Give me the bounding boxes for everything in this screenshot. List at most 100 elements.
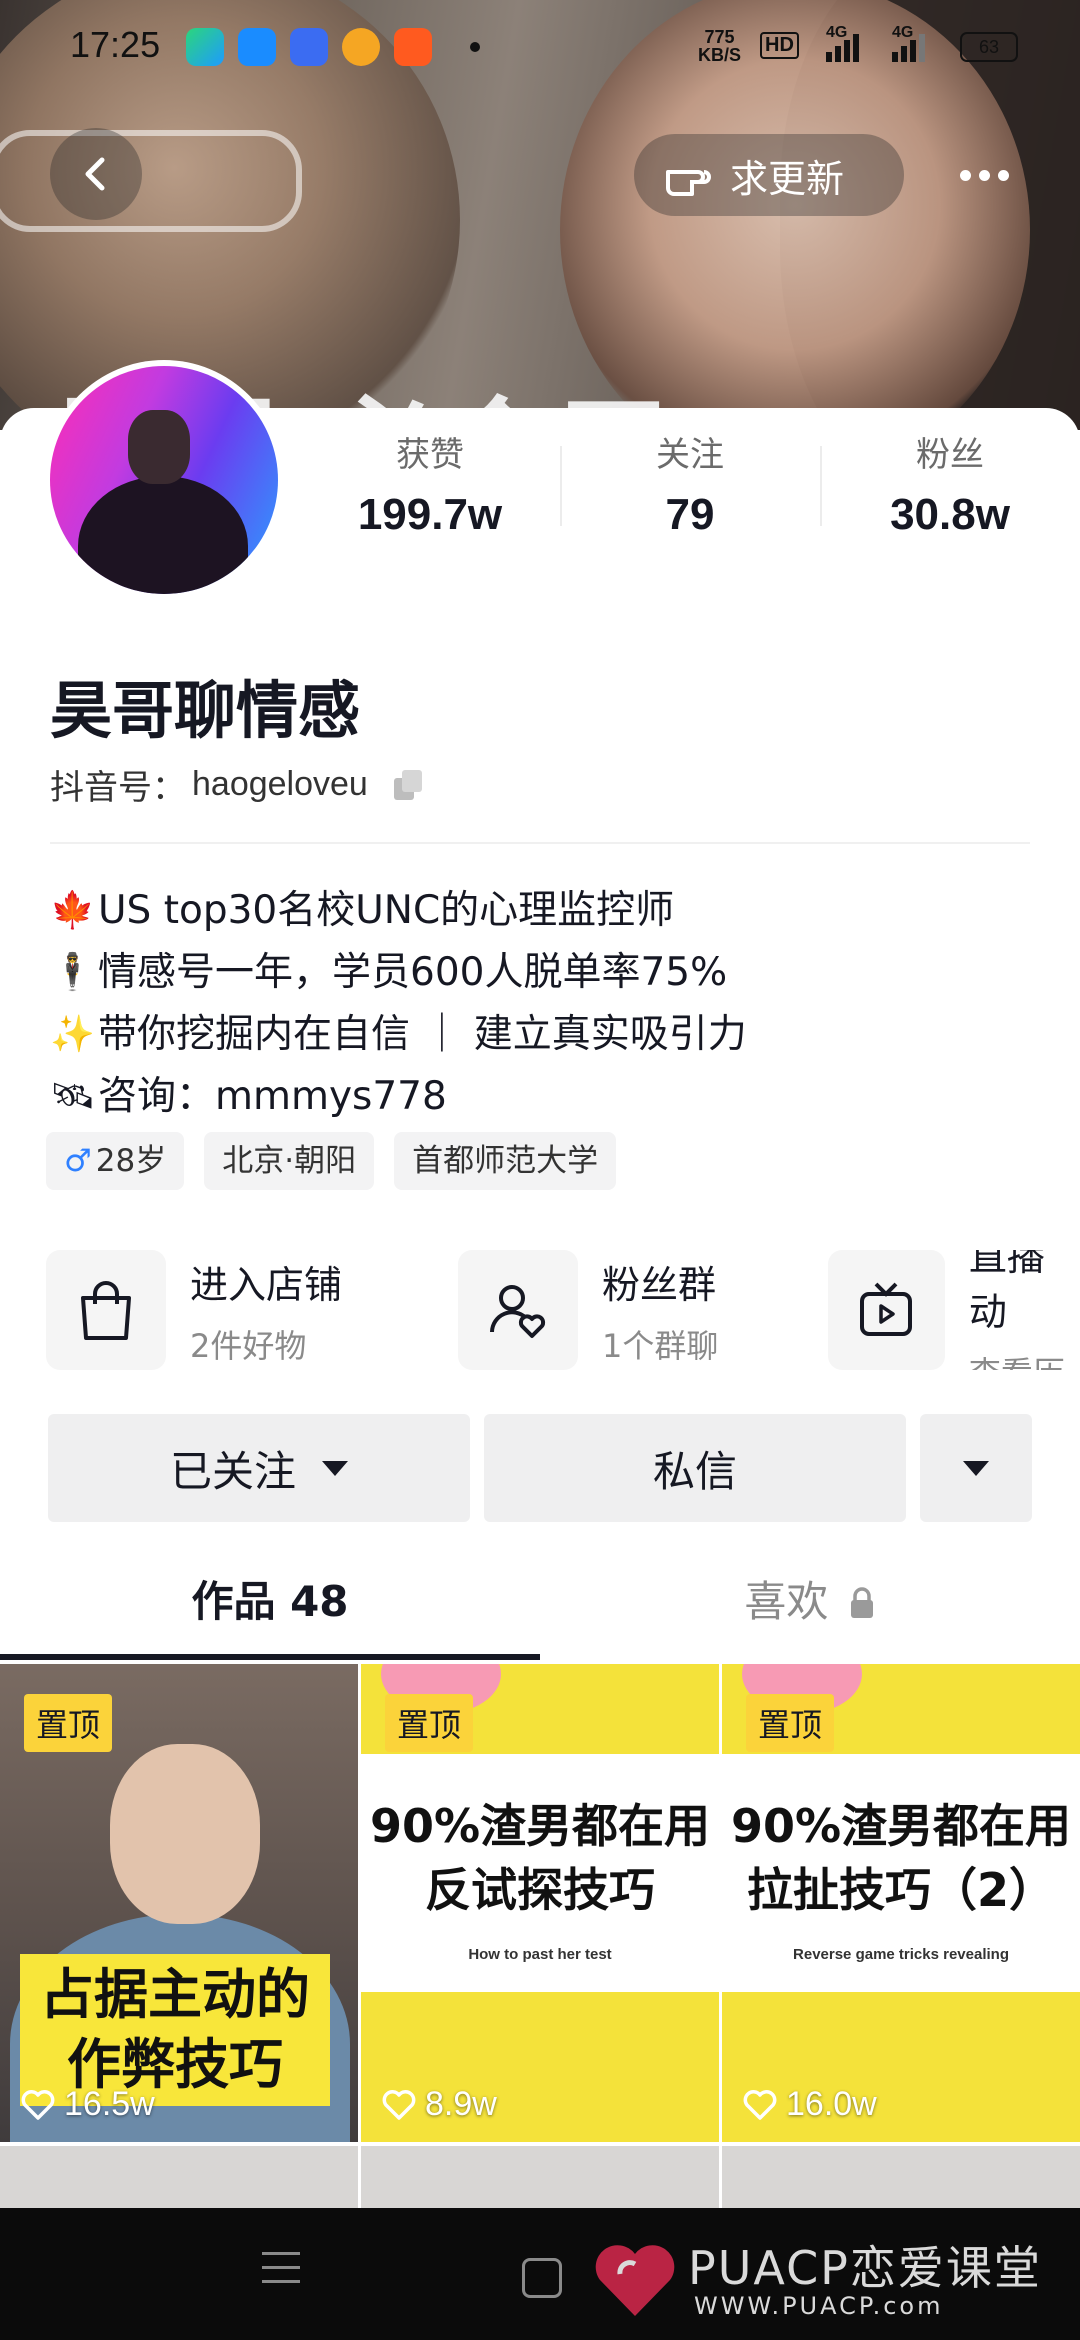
fans-group-icon <box>458 1250 578 1370</box>
shortcut-title: 粉丝群 <box>602 1262 717 1307</box>
shortcut-shop[interactable]: 进入店铺 2件好物 <box>46 1250 342 1370</box>
shortcut-live[interactable]: 直播动 查看历 <box>828 1250 1080 1370</box>
bio-text: US top30名校UNC的心理监控师 <box>98 888 675 933</box>
person-suit-icon: 🕴 <box>50 952 95 993</box>
sim1-network-type: 4G <box>826 24 848 41</box>
douyin-id-label: 抖音号： <box>50 768 186 808</box>
browser-notify-icon <box>238 28 276 66</box>
recommend-dropdown-button[interactable] <box>920 1414 1032 1522</box>
profile-nickname: 昊哥聊情感 <box>50 674 361 747</box>
video-likes: 16.0w <box>742 2085 877 2124</box>
stat-following[interactable]: 关注 79 <box>560 430 820 540</box>
signal-icon-sim1: 4G <box>826 24 859 62</box>
heart-logo-icon <box>595 2245 675 2316</box>
video-subtitle: Reverse game tricks revealing <box>793 1946 1009 1963</box>
tag-location[interactable]: 北京·朝阳 <box>204 1132 375 1190</box>
request-update-button[interactable]: 求更新 <box>634 134 904 216</box>
more-dot-icon <box>978 169 990 181</box>
satellite-icon: 🛰 <box>50 1076 96 1117</box>
video-like-count: 8.9w <box>425 2085 497 2123</box>
bag-icon <box>46 1250 166 1370</box>
message-button[interactable]: 私信 <box>484 1414 906 1522</box>
tab-works[interactable]: 作品 48 <box>0 1560 540 1660</box>
followed-button[interactable]: 已关注 <box>48 1414 470 1522</box>
video-like-count: 16.0w <box>786 2085 877 2123</box>
stat-likes[interactable]: 获赞 199.7w <box>300 430 560 540</box>
followed-label: 已关注 <box>169 1446 296 1496</box>
bio-text: 情感号一年，学员600人脱单率75% <box>98 950 728 995</box>
chevron-left-icon <box>85 157 105 191</box>
tab-active-indicator <box>0 1654 540 1660</box>
status-time: 17:25 <box>70 24 161 65</box>
content-tabs: 作品 48 喜欢 <box>0 1560 1080 1660</box>
recent-apps-button[interactable] <box>262 2252 300 2294</box>
tab-likes[interactable]: 喜欢 <box>540 1560 1080 1660</box>
profile-tags: ♂ 28岁 北京·朝阳 首都师范大学 <box>46 1132 617 1190</box>
network-speed-unit: KB/S <box>698 45 742 65</box>
kuaishou-notify-icon <box>394 28 432 66</box>
copy-icon[interactable] <box>393 769 424 800</box>
home-button[interactable] <box>522 2258 562 2298</box>
tab-likes-label: 喜欢 <box>744 1577 829 1626</box>
request-update-label: 求更新 <box>730 156 845 201</box>
pointing-hand-icon <box>666 170 711 196</box>
signal-icon-sim2: 4G <box>892 24 925 62</box>
notification-dot <box>470 42 480 52</box>
pinned-badge: 置顶 <box>746 1694 835 1752</box>
heart-outline-icon <box>743 2089 777 2120</box>
video-likes: 8.9w <box>381 2085 497 2124</box>
network-speed: 775 KB/S <box>698 28 741 64</box>
pinned-badge: 置顶 <box>385 1694 474 1752</box>
watermark-title: PUACP恋爱课堂 <box>688 2241 1042 2295</box>
stat-followers[interactable]: 粉丝 30.8w <box>820 430 1080 540</box>
network-speed-value: 775 <box>704 27 735 47</box>
tag-school[interactable]: 首都师范大学 <box>394 1132 617 1190</box>
back-button[interactable] <box>50 128 142 220</box>
more-dot-icon <box>959 169 971 181</box>
maple-leaf-icon: 🍁 <box>50 890 95 931</box>
watermark-url: WWW.PUACP.com <box>694 2292 944 2320</box>
douyin-id-value: haogeloveu <box>192 765 368 803</box>
lock-icon <box>850 1587 873 1618</box>
app-notify-icon <box>186 28 224 66</box>
video-thumbnail[interactable]: 90%渣男都在用 反试探技巧 How to past her test 置顶 8… <box>361 1664 719 2142</box>
video-thumbnail[interactable]: 占据主动的 作弊技巧 置顶 16.5w <box>0 1664 358 2142</box>
stat-value: 199.7w <box>357 490 503 539</box>
sim2-network-type: 4G <box>892 24 914 41</box>
bio-line: 🕴 情感号一年，学员600人脱单率75% <box>50 942 747 1004</box>
video-thumbnail[interactable]: 90%渣男都在用 拉扯技巧（2） Reverse game tricks rev… <box>722 1664 1080 2142</box>
bio-text: 咨询：mmmys778 <box>98 1074 447 1119</box>
video-like-count: 16.5w <box>64 2085 155 2123</box>
douyin-id-row: 抖音号： haogeloveu <box>50 760 424 809</box>
shortcut-fans-group[interactable]: 粉丝群 1个群聊 <box>458 1250 718 1370</box>
avatar[interactable] <box>44 360 284 600</box>
infinity-notify-icon <box>290 28 328 66</box>
bio-text: 带你挖掘内在自信 ｜ 建立真实吸引力 <box>98 1012 747 1057</box>
stat-value: 30.8w <box>890 490 1010 539</box>
bio-line: ✨ 带你挖掘内在自信 ｜ 建立真实吸引力 <box>50 1004 747 1066</box>
video-caption: 占据主动的 作弊技巧 <box>20 1954 330 2106</box>
tag-gender-age: ♂ 28岁 <box>46 1132 185 1190</box>
avatar-image <box>50 366 278 594</box>
stat-label: 获赞 <box>396 435 464 475</box>
shortcut-subtitle: 查看历 <box>969 1348 1080 1370</box>
more-options-button[interactable] <box>944 140 1024 210</box>
battery-icon: 63 <box>960 32 1018 62</box>
heart-outline-icon <box>21 2089 55 2120</box>
profile-shortcuts: 进入店铺 2件好物 粉丝群 1个群聊 直播动 查看历 <box>46 1250 1080 1370</box>
tab-works-label: 作品 48 <box>191 1577 349 1626</box>
heart-outline-icon <box>382 2089 416 2120</box>
stat-label: 关注 <box>656 435 724 475</box>
sparkles-icon: ✨ <box>50 1014 95 1055</box>
shortcut-subtitle: 1个群聊 <box>602 1326 719 1365</box>
more-dot-icon <box>997 169 1009 181</box>
caret-down-icon <box>322 1460 348 1476</box>
shortcut-title: 直播动 <box>968 1250 1045 1334</box>
video-likes: 16.5w <box>20 2085 155 2124</box>
shortcut-title: 进入店铺 <box>190 1262 343 1307</box>
weibo-notify-icon <box>342 28 380 66</box>
tv-play-icon <box>828 1250 945 1370</box>
stat-label: 粉丝 <box>916 435 984 475</box>
cover-photo-glasses <box>0 130 302 232</box>
tag-age: 28岁 <box>95 1143 167 1179</box>
